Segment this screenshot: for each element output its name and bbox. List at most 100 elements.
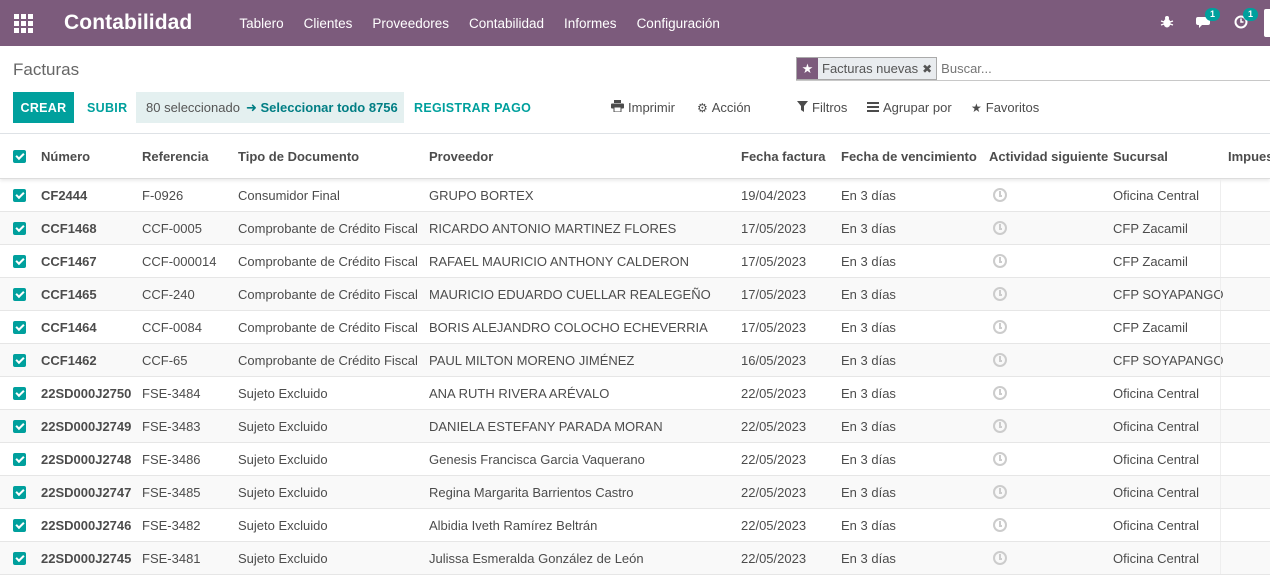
table-row[interactable]: 22SD000J2746 FSE-3482 Sujeto Excluido Albid… bbox=[0, 509, 1270, 542]
messages-badge: 1 bbox=[1205, 7, 1221, 21]
cell-referencia: FSE-3485 bbox=[142, 484, 201, 500]
cell-tipo-documento: Sujeto Excluido bbox=[238, 451, 328, 467]
selected-count: 80 seleccionado bbox=[146, 100, 240, 115]
cell-referencia: CCF-0084 bbox=[142, 319, 202, 335]
row-checkbox[interactable] bbox=[13, 287, 26, 301]
activities-clock-icon[interactable]: 1 bbox=[1234, 7, 1259, 32]
activity-clock-icon[interactable] bbox=[993, 287, 1007, 301]
column-header-fecha-factura[interactable]: Fecha factura bbox=[741, 134, 837, 178]
print-label: Imprimir bbox=[628, 100, 675, 115]
table-row[interactable]: 22SD000J2748 FSE-3486 Sujeto Excluido Genes… bbox=[0, 443, 1270, 476]
table-row[interactable]: CF2444 F-0926 Consumidor Final GRUPO BORTEX… bbox=[0, 179, 1270, 212]
row-checkbox[interactable] bbox=[13, 419, 26, 433]
cell-tipo-documento: Sujeto Excluido bbox=[238, 484, 328, 500]
create-button[interactable]: CREAR bbox=[13, 92, 74, 123]
main-menu: Tablero Clientes Proveedores Contabilida… bbox=[239, 16, 740, 31]
cell-fecha-factura: 22/05/2023 bbox=[741, 517, 807, 533]
group-by-dropdown[interactable]: Agrupar por bbox=[867, 92, 952, 123]
cell-fecha-vencimiento: En 3 días bbox=[841, 319, 896, 335]
column-header-referencia[interactable]: Referencia bbox=[142, 134, 234, 178]
activity-clock-icon[interactable] bbox=[993, 485, 1007, 499]
cell-proveedor: RICARDO ANTONIO MARTINEZ FLORES bbox=[429, 220, 677, 236]
table-row[interactable]: 22SD000J2747 FSE-3485 Sujeto Excluido Regin… bbox=[0, 476, 1270, 509]
row-checkbox[interactable] bbox=[13, 452, 26, 466]
cell-sucursal: Oficina Central bbox=[1113, 187, 1199, 203]
column-divider bbox=[1220, 179, 1221, 211]
table-row[interactable]: 22SD000J2745 FSE-3481 Sujeto Excluido Julis… bbox=[0, 542, 1270, 575]
row-checkbox[interactable] bbox=[13, 551, 26, 565]
row-checkbox[interactable] bbox=[13, 188, 26, 202]
messages-icon[interactable]: 1 bbox=[1196, 7, 1221, 32]
facet-remove-icon[interactable]: ✖ bbox=[922, 62, 932, 76]
favorites-dropdown[interactable]: ★ Favoritos bbox=[971, 92, 1039, 123]
cell-proveedor: Albidia Iveth Ramírez Beltrán bbox=[429, 517, 598, 533]
column-header-proveedor[interactable]: Proveedor bbox=[429, 134, 737, 178]
group-by-label: Agrupar por bbox=[883, 100, 952, 115]
column-header-actividad-siguiente[interactable]: Actividad siguiente bbox=[989, 134, 1109, 178]
row-checkbox[interactable] bbox=[13, 518, 26, 532]
activity-clock-icon[interactable] bbox=[993, 419, 1007, 433]
activity-clock-icon[interactable] bbox=[993, 221, 1007, 235]
activity-clock-icon[interactable] bbox=[993, 188, 1007, 202]
select-all-checkbox[interactable] bbox=[13, 149, 26, 163]
apps-menu-icon[interactable] bbox=[0, 0, 46, 46]
menu-item-tablero[interactable]: Tablero bbox=[239, 16, 283, 31]
table-row[interactable]: CCF1468 CCF-0005 Comprobante de Crédito Fi… bbox=[0, 212, 1270, 245]
column-header-impuestos[interactable]: Impues bbox=[1228, 134, 1270, 178]
action-dropdown[interactable]: ⚙ Acción bbox=[697, 92, 751, 123]
cell-sucursal: CFP Zacamil bbox=[1113, 220, 1188, 236]
filters-dropdown[interactable]: Filtros bbox=[797, 92, 847, 123]
filter-icon bbox=[797, 100, 808, 115]
column-header-numero[interactable]: Número bbox=[41, 134, 141, 178]
activity-clock-icon[interactable] bbox=[993, 320, 1007, 334]
search-input[interactable] bbox=[941, 61, 1262, 76]
table-row[interactable]: CCF1462 CCF-65 Comprobante de Crédito Fisc… bbox=[0, 344, 1270, 377]
activity-clock-icon[interactable] bbox=[993, 551, 1007, 565]
cell-fecha-factura: 17/05/2023 bbox=[741, 220, 807, 236]
favorites-label: Favoritos bbox=[985, 100, 1040, 115]
row-checkbox[interactable] bbox=[13, 386, 26, 400]
bug-icon[interactable] bbox=[1160, 15, 1174, 32]
print-dropdown[interactable]: Imprimir bbox=[611, 92, 675, 123]
search-facet[interactable]: ★ Facturas nuevas ✖ bbox=[796, 57, 938, 80]
cell-proveedor: ANA RUTH RIVERA ARÉVALO bbox=[429, 385, 610, 401]
user-avatar-edge[interactable] bbox=[1264, 9, 1270, 37]
cell-fecha-vencimiento: En 3 días bbox=[841, 418, 896, 434]
table-row[interactable]: 22SD000J2749 FSE-3483 Sujeto Excluido DANIE… bbox=[0, 410, 1270, 443]
select-all-link[interactable]: ➜ Seleccionar todo 8756 bbox=[246, 100, 398, 116]
register-payment-button[interactable]: REGISTRAR PAGO bbox=[414, 92, 531, 123]
table-row[interactable]: CCF1464 CCF-0084 Comprobante de Crédito Fi… bbox=[0, 311, 1270, 344]
cell-tipo-documento: Comprobante de Crédito Fiscal bbox=[238, 220, 418, 236]
table-row[interactable]: CCF1465 CCF-240 Comprobante de Crédito Fis… bbox=[0, 278, 1270, 311]
activity-clock-icon[interactable] bbox=[993, 386, 1007, 400]
cell-numero: 22SD000J2746 bbox=[41, 517, 132, 533]
cell-numero: CCF1468 bbox=[41, 220, 97, 236]
activity-clock-icon[interactable] bbox=[993, 254, 1007, 268]
upload-button[interactable]: SUBIR bbox=[87, 92, 127, 123]
menu-item-clientes[interactable]: Clientes bbox=[304, 16, 353, 31]
menu-item-proveedores[interactable]: Proveedores bbox=[372, 16, 449, 31]
row-checkbox[interactable] bbox=[13, 485, 26, 499]
column-header-sucursal[interactable]: Sucursal bbox=[1113, 134, 1225, 178]
app-brand[interactable]: Contabilidad bbox=[64, 11, 192, 35]
table-row[interactable]: CCF1467 CCF-000014 Comprobante de Crédito … bbox=[0, 245, 1270, 278]
row-checkbox[interactable] bbox=[13, 320, 26, 334]
top-navbar: Contabilidad Tablero Clientes Proveedore… bbox=[0, 0, 1270, 46]
activity-clock-icon[interactable] bbox=[993, 353, 1007, 367]
row-checkbox[interactable] bbox=[13, 221, 26, 235]
menu-item-configuracion[interactable]: Configuración bbox=[637, 16, 720, 31]
row-checkbox[interactable] bbox=[13, 353, 26, 367]
table-row[interactable]: 22SD000J2750 FSE-3484 Sujeto Excluido ANA R… bbox=[0, 377, 1270, 410]
activity-clock-icon[interactable] bbox=[993, 452, 1007, 466]
cell-sucursal: Oficina Central bbox=[1113, 451, 1199, 467]
column-header-tipo-documento[interactable]: Tipo de Documento bbox=[238, 134, 426, 178]
cell-referencia: FSE-3483 bbox=[142, 418, 201, 434]
cell-numero: 22SD000J2749 bbox=[41, 418, 132, 434]
column-divider bbox=[1220, 245, 1221, 277]
row-checkbox[interactable] bbox=[13, 254, 26, 268]
menu-item-contabilidad[interactable]: Contabilidad bbox=[469, 16, 544, 31]
column-header-fecha-vencimiento[interactable]: Fecha de vencimiento bbox=[841, 134, 985, 178]
menu-item-informes[interactable]: Informes bbox=[564, 16, 617, 31]
activity-clock-icon[interactable] bbox=[993, 518, 1007, 532]
cell-fecha-vencimiento: En 3 días bbox=[841, 385, 896, 401]
